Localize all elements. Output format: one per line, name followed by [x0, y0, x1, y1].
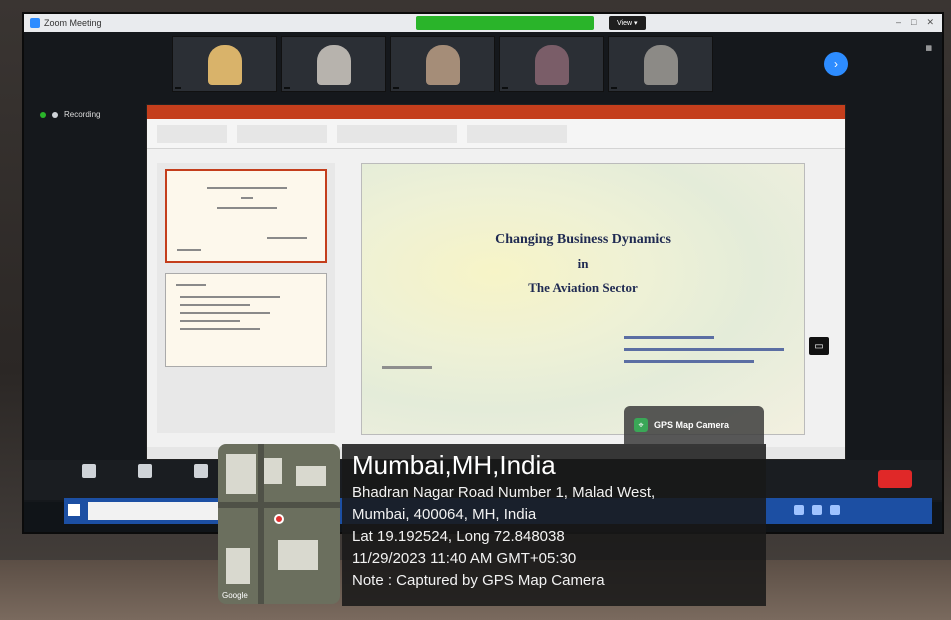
- participant-tile[interactable]: [281, 36, 386, 92]
- active-speaker-tile[interactable]: [714, 36, 822, 92]
- gps-satellite-map: Google: [218, 444, 340, 604]
- chevron-right-icon: ›: [834, 57, 838, 71]
- participant-video: [426, 45, 460, 85]
- slide-thumbnail[interactable]: [165, 273, 327, 367]
- window-controls: – □ ✕: [896, 17, 934, 28]
- participant-tile[interactable]: [608, 36, 713, 92]
- zoom-app-icon: [30, 18, 40, 28]
- ribbon-group[interactable]: [467, 125, 567, 143]
- gps-city: Mumbai,MH,India: [352, 450, 556, 480]
- gps-datetime: 11/29/2023 11:40 AM GMT+05:30: [352, 550, 577, 567]
- comment-icon[interactable]: ▭: [809, 337, 829, 355]
- slide-title-line2: in: [577, 256, 589, 271]
- ribbon-group[interactable]: [337, 125, 457, 143]
- view-button-label: View: [617, 19, 633, 27]
- thumb-text: [217, 207, 277, 209]
- recording-dot-icon: [40, 111, 46, 118]
- maximize-icon[interactable]: □: [911, 17, 916, 28]
- next-page-button[interactable]: ›: [824, 52, 848, 76]
- microphone-icon: [82, 464, 96, 478]
- video-camera-icon: [138, 464, 152, 478]
- participant-video: [317, 45, 351, 85]
- participant-name: [175, 87, 181, 89]
- thumb-text: [176, 284, 206, 286]
- participant-name: [611, 87, 617, 89]
- thumb-text: [267, 237, 307, 239]
- google-logo: Google: [222, 591, 248, 600]
- participant-tile[interactable]: [499, 36, 604, 92]
- view-button[interactable]: View ▾: [609, 16, 646, 30]
- participant-name: [284, 87, 290, 89]
- current-slide: Changing Business Dynamics in The Aviati…: [361, 163, 805, 435]
- map-pin-icon: ⌖: [634, 418, 648, 432]
- ribbon-group[interactable]: [157, 125, 227, 143]
- windows-start-icon[interactable]: [68, 504, 80, 516]
- view-toggle[interactable]: ▦: [925, 44, 932, 52]
- participant-name: [502, 87, 508, 89]
- gps-note: Note : Captured by GPS Map Camera: [352, 572, 605, 589]
- slide-thumbnail-panel: [157, 163, 335, 433]
- pause-icon[interactable]: [52, 111, 58, 118]
- recording-label: Recording: [64, 110, 101, 119]
- gps-coordinates: Lat 19.192524, Long 72.848038: [352, 528, 565, 545]
- thumb-text: [180, 304, 250, 306]
- slide-thumbnail[interactable]: [165, 169, 327, 263]
- window-title: Zoom Meeting: [44, 18, 102, 28]
- location-pin-icon: [274, 514, 284, 524]
- slide-author-line: [624, 336, 714, 339]
- map-building: [278, 540, 318, 570]
- app-icon[interactable]: [794, 505, 804, 515]
- unmute-button[interactable]: [64, 464, 114, 481]
- taskbar-search-box[interactable]: [88, 502, 238, 520]
- recording-banner: [416, 16, 594, 30]
- minimize-icon[interactable]: –: [896, 17, 901, 28]
- participant-tile[interactable]: [390, 36, 495, 92]
- slide-title-line3: The Aviation Sector: [528, 280, 638, 295]
- thumb-text: [180, 328, 260, 330]
- thumb-text: [207, 187, 287, 189]
- gps-badge-label: GPS Map Camera: [654, 420, 730, 430]
- shield-icon: [194, 464, 208, 478]
- app-icon[interactable]: [812, 505, 822, 515]
- ppt-title-bar: [147, 105, 845, 119]
- gps-map-camera-badge: ⌖ GPS Map Camera: [624, 406, 764, 444]
- app-icon[interactable]: [830, 505, 840, 515]
- map-road: [218, 502, 340, 508]
- participant-strip: [172, 36, 713, 92]
- start-video-button[interactable]: [120, 464, 170, 481]
- ppt-ribbon: [147, 119, 845, 149]
- participant-video: [208, 45, 242, 85]
- map-building: [226, 548, 250, 584]
- participant-video: [644, 45, 678, 85]
- participant-name: [393, 87, 399, 89]
- window-title-bar: Zoom Meeting View ▾ – □ ✕: [24, 14, 942, 32]
- thumb-text: [180, 320, 240, 322]
- ribbon-group[interactable]: [237, 125, 327, 143]
- gps-info-card: Mumbai,MH,India Bhadran Nagar Road Numbe…: [342, 444, 766, 606]
- slide-title-line1: Changing Business Dynamics: [495, 232, 671, 247]
- meeting-area: › ▦ Recording Changing Business Dynamics…: [24, 32, 942, 502]
- participant-video: [535, 45, 569, 85]
- map-building: [226, 454, 256, 494]
- map-building: [296, 466, 326, 486]
- gps-address-line2: Mumbai, 400064, MH, India: [352, 506, 537, 523]
- slide-author-line: [624, 360, 754, 363]
- slide-footer: [382, 366, 432, 369]
- thumb-text: [241, 197, 253, 199]
- gps-address-line1: Bhadran Nagar Road Number 1, Malad West,: [352, 484, 656, 501]
- thumb-text: [180, 312, 270, 314]
- participant-tile[interactable]: [172, 36, 277, 92]
- taskbar-pinned-apps: [794, 505, 840, 515]
- thumb-text: [177, 249, 201, 251]
- close-icon[interactable]: ✕: [926, 17, 934, 28]
- recording-indicator: Recording: [40, 110, 100, 119]
- map-road: [258, 444, 264, 604]
- slide-author-line: [624, 348, 784, 351]
- map-building: [262, 458, 282, 484]
- end-button[interactable]: [878, 470, 912, 488]
- thumb-text: [180, 296, 280, 298]
